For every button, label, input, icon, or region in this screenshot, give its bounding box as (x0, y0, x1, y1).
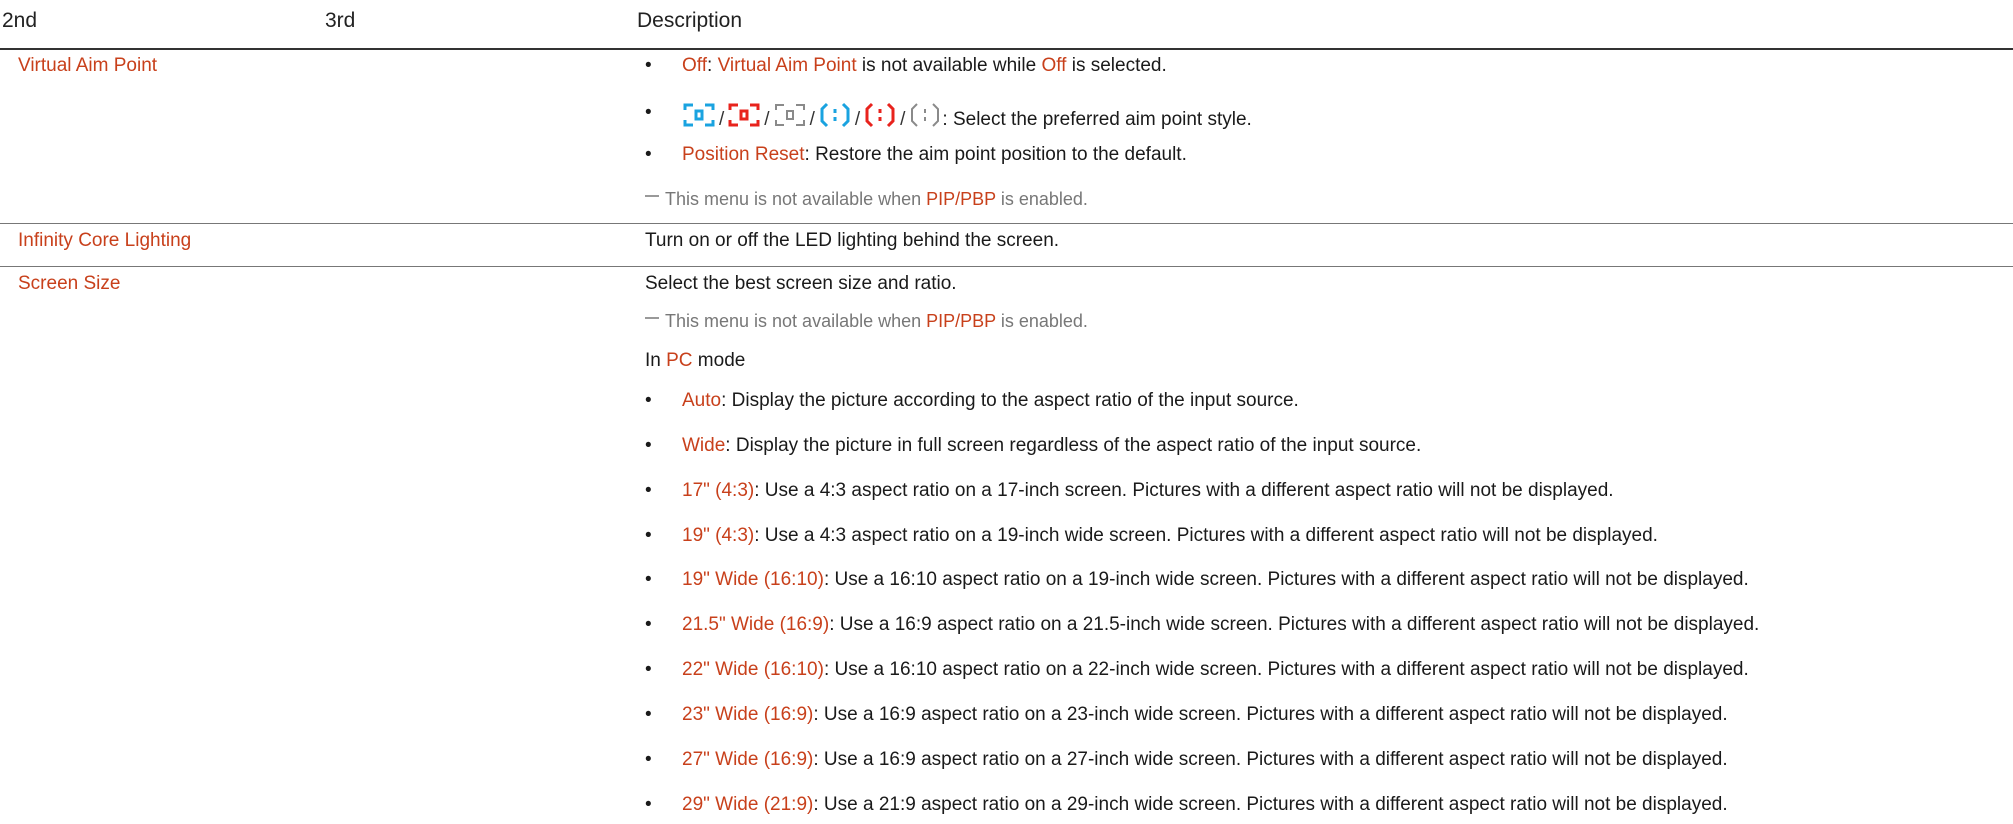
menu-item-infinity-core-lighting: Infinity Core Lighting (18, 230, 192, 251)
header-divider (0, 48, 2013, 50)
menu-item-screen-size: Screen Size (18, 273, 121, 294)
note-dash (645, 195, 659, 197)
column-header-description: Description (637, 9, 743, 32)
screen-size-description: Select the best screen size and ratio. (645, 273, 957, 294)
row-divider (0, 223, 2013, 224)
aim-style-5-icon (863, 102, 897, 128)
menu-item-virtual-aim-point: Virtual Aim Point (18, 55, 158, 76)
infinity-core-description: Turn on or off the LED lighting behind t… (645, 230, 1060, 251)
note-pip-pbp: This menu is not available when PIP/PBP … (645, 189, 1088, 210)
term-off: Off (682, 55, 707, 76)
note-dash (645, 317, 659, 319)
aim-style-6-icon (908, 102, 942, 128)
aim-style-3-icon (773, 102, 807, 128)
column-header-2nd: 2nd (2, 9, 38, 32)
column-header-3rd: 3rd (325, 9, 356, 32)
pc-mode-label: In PC mode (645, 350, 746, 371)
aim-style-1-icon (682, 102, 716, 128)
aim-style-4-icon (818, 102, 852, 128)
row-divider (0, 266, 2013, 267)
note-pip-pbp: This menu is not available when PIP/PBP … (645, 311, 1088, 332)
term-virtual-aim-point: Virtual Aim Point (717, 55, 857, 76)
table-header: 2nd 3rd Description (0, 0, 2013, 49)
aim-style-2-icon (727, 102, 761, 128)
term-position-reset: Position Reset (682, 144, 805, 165)
